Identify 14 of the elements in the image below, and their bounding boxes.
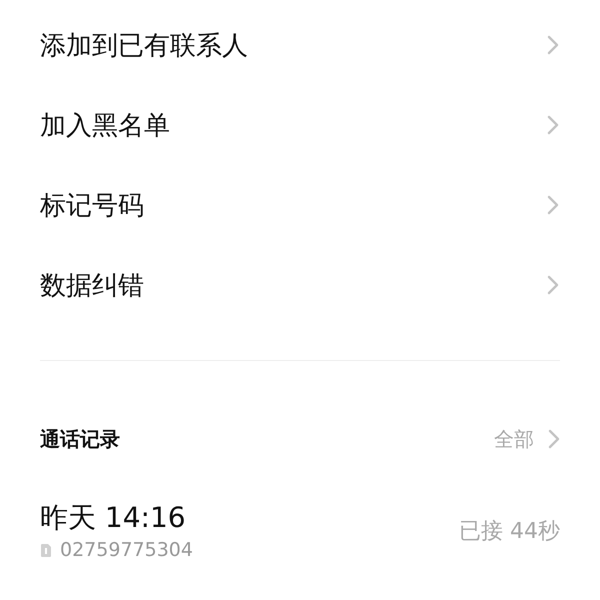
- menu-item[interactable]: 添加到已有联系人: [40, 5, 560, 85]
- call-status: 已接 44秒: [459, 518, 560, 546]
- chevron-icon: [547, 115, 559, 135]
- chevron-icon: [547, 195, 559, 215]
- chevron-icon: [547, 35, 559, 55]
- phone-number: 02759775304: [60, 539, 193, 561]
- section-title: 通话记录: [40, 426, 120, 452]
- chevron-icon: [547, 275, 559, 295]
- chevron-icon: [548, 429, 560, 449]
- call-time: 昨天 14:16: [40, 501, 187, 535]
- menu-item[interactable]: 加入黑名单: [40, 85, 560, 165]
- menu-item[interactable]: 数据纠错: [40, 245, 560, 325]
- sim-card-icon: [40, 542, 52, 558]
- menu-item[interactable]: 标记号码: [40, 165, 560, 245]
